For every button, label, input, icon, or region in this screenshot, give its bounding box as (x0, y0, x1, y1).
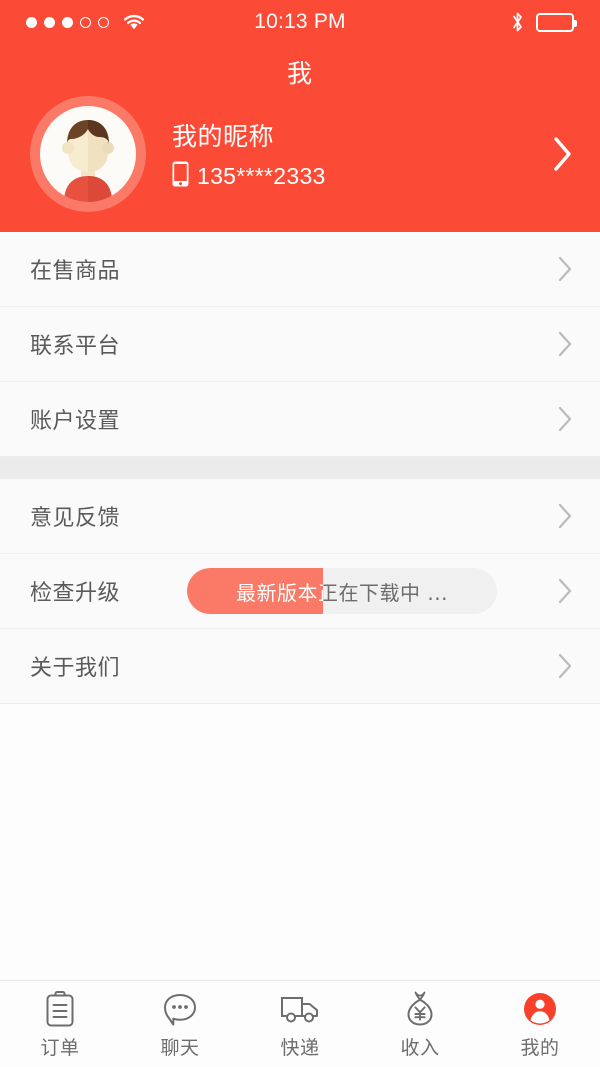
tab-label: 我的 (520, 1036, 560, 1059)
tab-label: 聊天 (160, 1036, 200, 1059)
bluetooth-icon (511, 11, 524, 33)
profile-phone-number: 135****2333 (197, 162, 326, 189)
profile-nickname: 我的昵称 (172, 122, 275, 151)
status-bar-right (511, 11, 577, 33)
avatar-ring (30, 96, 146, 212)
profile-chevron-right-icon[interactable] (548, 132, 578, 176)
signal-dot-empty (98, 16, 109, 28)
menu-item-label: 在售商品 (30, 259, 121, 284)
group-separator (0, 457, 600, 479)
battery-icon (536, 12, 577, 32)
tab-chat[interactable]: 聊天 (120, 981, 240, 1067)
menu-item-label: 联系平台 (30, 334, 121, 359)
app-root: 10:13 PM 我 我的昵称 135****2333 在售商品 联系平台 账户… (0, 0, 600, 1067)
status-bar-left (26, 13, 146, 31)
status-bar-clock: 10:13 PM (254, 10, 346, 33)
upgrade-progress-bar[interactable]: 最新版本正在下载中 ... 最新版本正在下载中 ... (187, 568, 497, 614)
menu-item-label: 关于我们 (30, 656, 121, 681)
tab-label: 收入 (400, 1036, 440, 1059)
signal-strength-dots (26, 16, 109, 28)
delivery-truck-icon (279, 989, 321, 1029)
wifi-icon (122, 13, 146, 31)
menu-item-on-sale-goods[interactable]: 在售商品 (0, 232, 600, 307)
progress-track: 最新版本正在下载中 ... 最新版本正在下载中 ... (187, 568, 497, 614)
chevron-right-icon (552, 324, 578, 364)
chevron-right-icon (552, 249, 578, 289)
avatar (40, 106, 136, 202)
money-bag-yen-icon (402, 989, 438, 1029)
signal-dot-filled (62, 16, 73, 28)
clipboard-icon (43, 989, 77, 1029)
menu-item-label: 检查升级 (30, 581, 121, 606)
tab-income[interactable]: 收入 (360, 981, 480, 1067)
page-title: 我 (286, 59, 313, 88)
menu-item-label: 账户设置 (30, 409, 121, 434)
profile-card[interactable]: 我的昵称 135****2333 (0, 96, 600, 212)
chevron-right-icon (552, 571, 578, 611)
menu-item-about-us[interactable]: 关于我们 (0, 629, 600, 704)
person-circle-icon (521, 989, 559, 1029)
menu-item-feedback[interactable]: 意见反馈 (0, 479, 600, 554)
menu-item-contact-platform[interactable]: 联系平台 (0, 307, 600, 382)
tab-delivery[interactable]: 快递 (240, 981, 360, 1067)
chevron-right-icon (552, 496, 578, 536)
tab-mine[interactable]: 我的 (480, 981, 600, 1067)
profile-text: 我的昵称 135****2333 (172, 117, 326, 191)
signal-dot-empty (80, 16, 91, 28)
chevron-right-icon (552, 646, 578, 686)
menu-group-2: 意见反馈 检查升级 最新版本正在下载中 ... 最新版本正在下载中 ... 关于… (0, 479, 600, 704)
signal-dot-filled (44, 16, 55, 28)
chevron-right-icon (552, 399, 578, 439)
menu-item-label: 意见反馈 (30, 506, 121, 531)
menu-item-account-settings[interactable]: 账户设置 (0, 382, 600, 457)
avatar-person-icon (62, 120, 114, 202)
profile-phone-row: 135****2333 (172, 161, 326, 191)
content-spacer (0, 704, 600, 980)
chat-bubble-icon (161, 989, 199, 1029)
tab-label: 订单 (40, 1036, 80, 1059)
tab-orders[interactable]: 订单 (0, 981, 120, 1067)
mobile-phone-icon (172, 161, 189, 191)
bottom-tab-bar: 订单 聊天 快递 收入 我的 (0, 980, 600, 1067)
status-bar: 10:13 PM (0, 0, 600, 44)
signal-dot-filled (26, 16, 37, 28)
profile-header: 我 我的昵称 135****2333 (0, 44, 600, 232)
tab-label: 快递 (280, 1036, 320, 1059)
menu-item-check-upgrade[interactable]: 检查升级 最新版本正在下载中 ... 最新版本正在下载中 ... (0, 554, 600, 629)
menu-group-1: 在售商品 联系平台 账户设置 (0, 232, 600, 457)
